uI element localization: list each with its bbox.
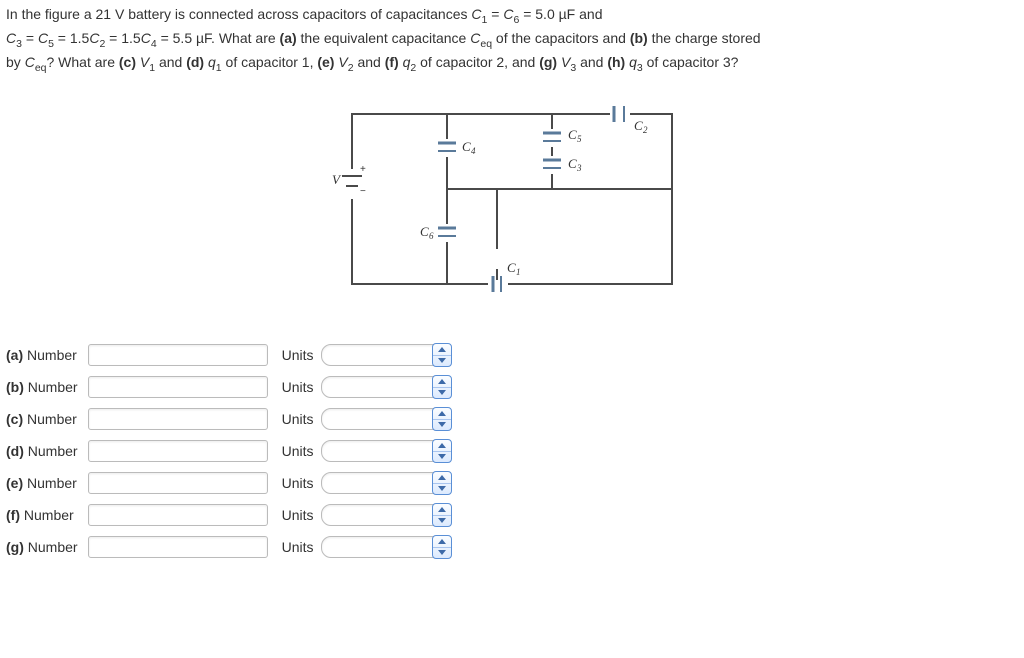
- part-h-label: (h): [607, 54, 625, 70]
- number-input-e[interactable]: [88, 472, 268, 494]
- text: and: [580, 54, 607, 70]
- text: battery is connected across capacitors o…: [124, 6, 471, 22]
- problem-statement: In the figure a 21 V battery is connecte…: [6, 4, 1018, 76]
- text: the equivalent capacitance: [297, 30, 471, 46]
- answer-row-c: (c) Number Units: [6, 408, 461, 430]
- units-label: Units: [278, 344, 322, 366]
- part-g-label: (g): [539, 54, 557, 70]
- units-label: Units: [278, 376, 322, 398]
- c2-sub: 2: [643, 125, 648, 135]
- c5-sub: 5: [577, 134, 582, 144]
- text: 21 V: [96, 6, 125, 22]
- part-c-label: (c): [119, 54, 136, 70]
- c4-label: C: [462, 139, 471, 154]
- text: of capacitor 1,: [226, 54, 318, 70]
- answer-row-g: (g) Number Units: [6, 536, 461, 558]
- text: by: [6, 54, 25, 70]
- units-label: Units: [278, 536, 322, 558]
- units-label: Units: [278, 408, 322, 430]
- text: the charge stored: [648, 30, 761, 46]
- text: and: [357, 54, 384, 70]
- c1-sub: 1: [516, 267, 521, 277]
- c6-sub: 6: [429, 231, 434, 241]
- battery-label: V: [332, 172, 342, 187]
- text: and: [575, 6, 602, 22]
- text: and: [159, 54, 186, 70]
- text: of the capacitors and: [492, 30, 630, 46]
- text: ? What are: [47, 54, 119, 70]
- plus-icon: +: [360, 164, 366, 175]
- row-label: (c) Number: [6, 408, 88, 430]
- number-input-a[interactable]: [88, 344, 268, 366]
- units-select-d[interactable]: [321, 440, 451, 462]
- number-input-b[interactable]: [88, 376, 268, 398]
- c1-label: C: [507, 260, 516, 275]
- row-label: (g) Number: [6, 536, 88, 558]
- c6-label: C: [420, 224, 429, 239]
- c5-label: C: [568, 127, 577, 142]
- c4-sub: 4: [471, 146, 476, 156]
- units-label: Units: [278, 504, 322, 526]
- part-b-label: (b): [630, 30, 648, 46]
- text: of capacitor 3?: [647, 54, 739, 70]
- units-select-b[interactable]: [321, 376, 451, 398]
- units-select-a[interactable]: [321, 344, 451, 366]
- number-input-d[interactable]: [88, 440, 268, 462]
- part-a-label: (a): [280, 30, 297, 46]
- row-label: (d) Number: [6, 440, 88, 462]
- minus-icon: −: [360, 186, 366, 197]
- part-f-label: (f): [385, 54, 399, 70]
- units-select-e[interactable]: [321, 472, 451, 494]
- answer-row-b: (b) Number Units: [6, 376, 461, 398]
- answer-row-a: (a) Number Units: [6, 344, 461, 366]
- answer-row-f: (f) Number Units: [6, 504, 461, 526]
- row-label: (e) Number: [6, 472, 88, 494]
- part-d-label: (d): [186, 54, 204, 70]
- text: In the figure a: [6, 6, 96, 22]
- row-label: (b) Number: [6, 376, 88, 398]
- part-e-label: (e): [317, 54, 334, 70]
- units-select-c[interactable]: [321, 408, 451, 430]
- number-input-c[interactable]: [88, 408, 268, 430]
- circuit-figure: V + − C 2 C 4 C 5 C 3 C 6 C 1: [6, 94, 1018, 304]
- units-label: Units: [278, 472, 322, 494]
- units-label: Units: [278, 440, 322, 462]
- circuit-svg: V + − C 2 C 4 C 5 C 3 C 6 C 1: [312, 94, 712, 304]
- c3-sub: 3: [576, 163, 582, 173]
- c2-label: C: [634, 118, 643, 133]
- text: of capacitor 2, and: [420, 54, 539, 70]
- c3-label: C: [568, 156, 577, 171]
- number-input-f[interactable]: [88, 504, 268, 526]
- row-label: (f) Number: [6, 504, 88, 526]
- units-select-f[interactable]: [321, 504, 451, 526]
- answer-row-d: (d) Number Units: [6, 440, 461, 462]
- units-select-g[interactable]: [321, 536, 451, 558]
- answers-block: (a) Number Units (b) Number Units (c) Nu…: [6, 334, 461, 568]
- row-label: (a) Number: [6, 344, 88, 366]
- number-input-g[interactable]: [88, 536, 268, 558]
- answer-row-e: (e) Number Units: [6, 472, 461, 494]
